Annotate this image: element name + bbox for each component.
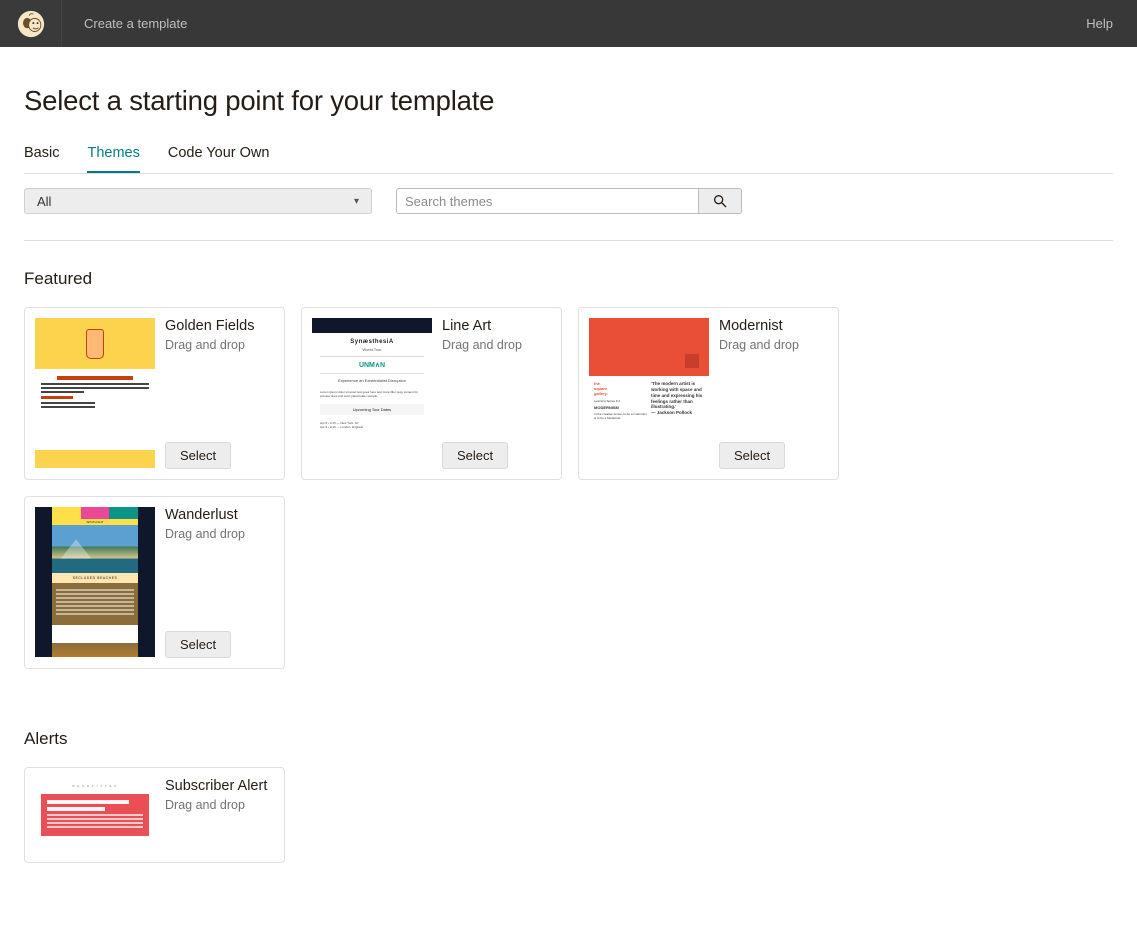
- template-thumbnail: thesquaregallery. Learning Series # 4 MO…: [589, 318, 709, 468]
- template-card-golden-fields: Golden Fields Drag and drop Select: [24, 307, 285, 480]
- template-title: Subscriber Alert: [165, 778, 274, 794]
- mailchimp-logo[interactable]: [0, 0, 62, 47]
- template-title: Wanderlust: [165, 507, 274, 523]
- template-thumbnail: [35, 318, 155, 468]
- template-subtitle: Drag and drop: [165, 527, 274, 541]
- featured-row: Golden Fields Drag and drop Select Synæs…: [24, 307, 1113, 669]
- tab-themes[interactable]: Themes: [87, 145, 139, 173]
- filter-row: All ▾: [24, 188, 1113, 241]
- template-subtitle: Drag and drop: [442, 338, 551, 352]
- chevron-down-icon: ▾: [354, 196, 359, 207]
- template-thumbnail: SynæsthesiA World Tour UNM∧N Experience …: [312, 318, 432, 468]
- select-button[interactable]: Select: [719, 442, 785, 469]
- search-icon: [712, 193, 728, 209]
- topbar: Create a template Help: [0, 0, 1137, 47]
- template-title: Line Art: [442, 318, 551, 334]
- category-select-value: All: [37, 194, 51, 209]
- template-subtitle: Drag and drop: [165, 798, 274, 812]
- help-link[interactable]: Help: [1086, 16, 1137, 31]
- content-area: Select a starting point for your templat…: [0, 47, 1137, 947]
- tabs: Basic Themes Code Your Own: [24, 145, 1113, 174]
- template-card-modernist: thesquaregallery. Learning Series # 4 MO…: [578, 307, 839, 480]
- search-wrap: [396, 188, 742, 214]
- section-title-alerts: Alerts: [24, 729, 1113, 749]
- search-input[interactable]: [396, 188, 698, 214]
- tab-basic[interactable]: Basic: [24, 145, 59, 173]
- page-title: Select a starting point for your templat…: [24, 85, 1113, 117]
- breadcrumb[interactable]: Create a template: [62, 16, 187, 31]
- template-card-line-art: SynæsthesiA World Tour UNM∧N Experience …: [301, 307, 562, 480]
- select-button[interactable]: Select: [442, 442, 508, 469]
- select-button[interactable]: Select: [165, 631, 231, 658]
- template-subtitle: Drag and drop: [719, 338, 828, 352]
- section-title-featured: Featured: [24, 269, 1113, 289]
- template-title: Golden Fields: [165, 318, 274, 334]
- category-select[interactable]: All ▾: [24, 188, 372, 214]
- tab-code-your-own[interactable]: Code Your Own: [168, 145, 270, 173]
- template-card-wanderlust: SPOTLIGHT SECLUDED BEACHES Wanderlust Dr…: [24, 496, 285, 669]
- template-thumbnail: SPOTLIGHT SECLUDED BEACHES: [35, 507, 155, 657]
- alerts-row: B E N E F I T T E D Subscriber Alert Dra…: [24, 767, 1113, 863]
- template-title: Modernist: [719, 318, 828, 334]
- mailchimp-icon: [16, 9, 46, 39]
- template-thumbnail: B E N E F I T T E D: [35, 778, 155, 852]
- topbar-left: Create a template: [0, 0, 187, 47]
- search-button[interactable]: [698, 188, 742, 214]
- template-card-subscriber-alert: B E N E F I T T E D Subscriber Alert Dra…: [24, 767, 285, 863]
- template-subtitle: Drag and drop: [165, 338, 274, 352]
- select-button[interactable]: Select: [165, 442, 231, 469]
